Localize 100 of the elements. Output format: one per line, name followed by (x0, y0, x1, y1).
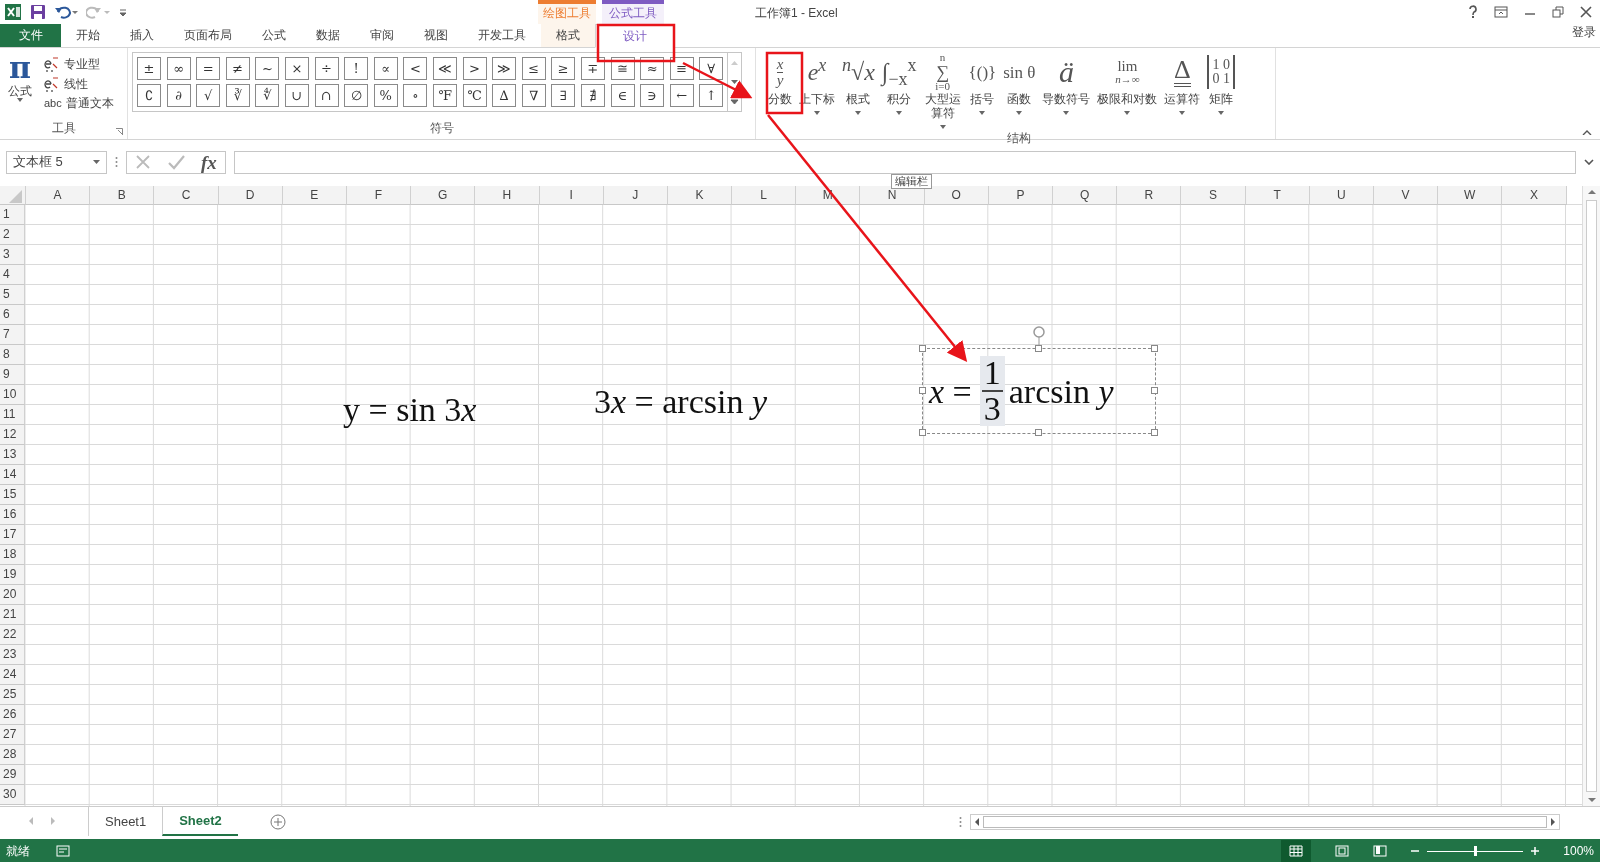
help-icon[interactable] (1468, 5, 1478, 19)
row-header[interactable]: 15 (0, 485, 25, 505)
undo-icon[interactable] (54, 4, 78, 20)
ribbon-tab[interactable]: 公式 (247, 24, 301, 47)
row-header[interactable]: 26 (0, 705, 25, 725)
resize-handle[interactable] (1035, 429, 1042, 436)
column-header[interactable]: K (667, 186, 733, 205)
row-header[interactable]: 29 (0, 765, 25, 785)
row-header[interactable]: 12 (0, 425, 25, 445)
symbol-button[interactable]: ∜ (255, 84, 280, 107)
save-icon[interactable] (30, 4, 46, 20)
restore-icon[interactable] (1552, 6, 1564, 18)
column-header[interactable]: J (603, 186, 668, 205)
row-header[interactable]: 2 (0, 225, 25, 245)
symbol-button[interactable]: ≥ (551, 57, 576, 80)
insert-function-button[interactable]: fx (201, 152, 217, 172)
ribbon-tab[interactable]: 视图 (409, 24, 463, 47)
column-header[interactable]: D (218, 186, 283, 205)
formula-input[interactable] (233, 150, 1576, 174)
column-header[interactable]: I (539, 186, 604, 205)
page-break-icon[interactable] (1373, 845, 1388, 857)
resize-handle[interactable] (919, 387, 926, 394)
close-icon[interactable] (1580, 6, 1592, 18)
check-icon[interactable] (167, 154, 185, 170)
symbol-button[interactable]: ∂ (166, 84, 191, 107)
column-header[interactable]: R (1117, 186, 1182, 205)
symbol-button[interactable]: ≅ (610, 57, 635, 80)
resize-handle[interactable] (1151, 387, 1158, 394)
symbol-button[interactable]: > (462, 57, 487, 80)
row-header[interactable]: 27 (0, 725, 25, 745)
symbol-button[interactable]: ∄ (580, 84, 605, 107)
symbol-button[interactable]: × (284, 57, 309, 80)
name-box[interactable]: 文本框 5 (6, 150, 107, 174)
symbol-button[interactable]: √ (196, 84, 221, 107)
row-header[interactable]: 4 (0, 265, 25, 285)
dialog-launcher-icon[interactable] (116, 128, 123, 135)
row-header[interactable]: 14 (0, 465, 25, 485)
structure-button[interactable]: Δ 运算符 (1162, 52, 1203, 115)
symbol-button[interactable]: ≠ (225, 57, 250, 80)
collapse-ribbon-icon[interactable] (1582, 129, 1592, 135)
normal-view-icon[interactable] (1289, 845, 1304, 857)
resize-handle[interactable] (1151, 345, 1158, 352)
symbol-button[interactable]: ∓ (580, 57, 605, 80)
cancel-icon[interactable] (135, 154, 151, 170)
column-header[interactable]: P (988, 186, 1053, 205)
scrollbar-thumb[interactable] (1586, 200, 1597, 792)
structure-button[interactable]: lim n→∞ 极限和对数 (1095, 52, 1160, 115)
mode-button[interactable]: abc 普通文本 (44, 96, 114, 110)
symbol-button[interactable]: ∃ (551, 84, 576, 107)
row-header[interactable]: 3 (0, 245, 25, 265)
symbol-button[interactable]: ∀ (699, 57, 724, 80)
column-header[interactable]: V (1373, 186, 1439, 205)
symbol-button[interactable]: ! (344, 57, 369, 80)
structure-button[interactable]: sin θ 函数 (1001, 52, 1038, 115)
sheet-tab[interactable]: Sheet2 (162, 807, 238, 836)
row-header[interactable]: 7 (0, 325, 25, 345)
row-header[interactable]: 30 (0, 785, 25, 805)
ribbon-tab[interactable]: 格式 (541, 24, 595, 47)
structure-button[interactable]: x y 分数 (766, 52, 794, 106)
column-header[interactable]: O (924, 186, 989, 205)
ribbon-tab[interactable]: 文件 (0, 24, 61, 47)
column-header[interactable]: T (1245, 186, 1310, 205)
symbol-button[interactable]: ≈ (640, 57, 665, 80)
symbol-button[interactable]: ∩ (314, 84, 339, 107)
zoom-slider-thumb[interactable] (1474, 845, 1478, 856)
ribbon-tab[interactable]: 插入 (115, 24, 169, 47)
symbol-button[interactable]: % (373, 84, 398, 107)
column-header[interactable]: F (346, 186, 412, 205)
ribbon-tab[interactable]: 数据 (301, 24, 355, 47)
resize-handle[interactable] (1035, 345, 1042, 352)
equation-button[interactable]: π 公式 (4, 52, 36, 110)
column-header[interactable]: Q (1053, 186, 1118, 205)
row-header[interactable]: 13 (0, 445, 25, 465)
zoom-out-icon[interactable] (1411, 847, 1420, 855)
row-header[interactable]: 20 (0, 585, 25, 605)
row-header[interactable]: 16 (0, 505, 25, 525)
redo-icon[interactable] (86, 4, 110, 20)
resize-handle[interactable] (1151, 429, 1158, 436)
symbol-button[interactable]: ∆ (492, 84, 517, 107)
mode-button[interactable]: 线性 (44, 76, 114, 92)
column-header[interactable]: G (411, 186, 476, 205)
row-header[interactable]: 21 (0, 605, 25, 625)
structure-button[interactable]: 1 0 0 1 矩阵 (1205, 52, 1237, 115)
symbol-button[interactable]: ≪ (432, 57, 457, 80)
symbol-button[interactable]: = (196, 57, 221, 80)
row-header[interactable]: 23 (0, 645, 25, 665)
symbol-button[interactable]: ℃ (462, 84, 487, 107)
symbol-button[interactable]: ≫ (492, 57, 517, 80)
row-header[interactable]: 22 (0, 625, 25, 645)
mode-button[interactable]: 专业型 (44, 56, 114, 72)
column-header[interactable]: U (1309, 186, 1374, 205)
ribbon-tab[interactable]: 页面布局 (169, 24, 247, 47)
expand-icon[interactable] (1584, 159, 1594, 165)
row-header[interactable]: 28 (0, 745, 25, 765)
ribbon-tab[interactable]: 开始 (61, 24, 115, 47)
row-header[interactable]: 9 (0, 365, 25, 385)
symbol-button[interactable]: ← (669, 84, 694, 107)
symbol-button[interactable]: ÷ (314, 57, 339, 80)
symbol-button[interactable]: ≤ (521, 57, 546, 80)
symbol-button[interactable]: ∝ (373, 57, 398, 80)
